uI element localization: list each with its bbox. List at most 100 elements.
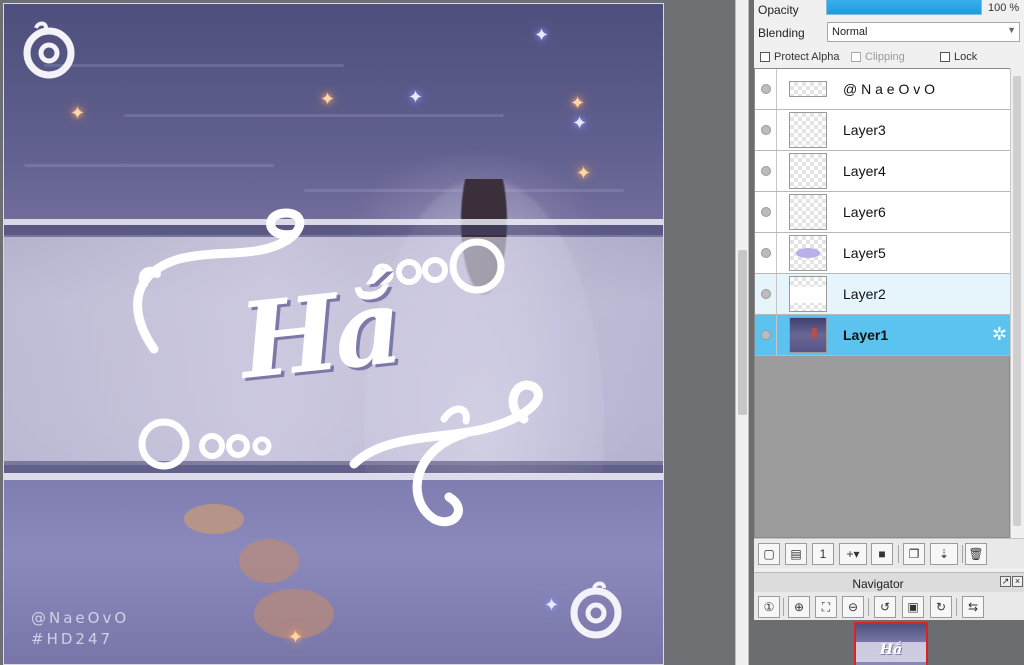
scrollbar-thumb[interactable] bbox=[738, 250, 747, 415]
undock-icon[interactable]: ↗ bbox=[1000, 576, 1011, 587]
layer-thumbnail bbox=[789, 235, 827, 271]
opacity-slider[interactable] bbox=[826, 0, 982, 15]
fit-icon[interactable]: ⛶ bbox=[815, 596, 837, 618]
zoom-in-icon[interactable]: ⊕ bbox=[788, 596, 810, 618]
sparkle: ✦ bbox=[70, 103, 86, 123]
layer-name: Layer3 bbox=[843, 122, 886, 138]
layer-name: Layer4 bbox=[843, 163, 886, 179]
sparkle: ✦ bbox=[408, 87, 424, 107]
navigator-preview-area[interactable]: Hắ bbox=[754, 620, 1024, 665]
layer-thumbnail bbox=[789, 153, 827, 189]
layer-thumbnail bbox=[789, 276, 827, 312]
corner-logo-top-left bbox=[23, 21, 75, 79]
layer-name: Layer5 bbox=[843, 245, 886, 261]
scrollbar-thumb[interactable] bbox=[1013, 76, 1021, 526]
canvas-workspace[interactable]: ✦ ✦ ✦ ✦ ✦ ✦ ✦ ✦ ✦ Hắ @NaeOvO #HD247 bbox=[0, 0, 735, 665]
rotate-left-icon[interactable]: ↺ bbox=[874, 596, 896, 618]
canvas-vertical-scrollbar[interactable] bbox=[735, 0, 749, 665]
layer-row-layer4[interactable]: Layer4 bbox=[755, 151, 1010, 192]
layer-thumbnail bbox=[789, 317, 827, 353]
sparkle: ✦ bbox=[534, 25, 550, 45]
circles-bottom-left bbox=[138, 418, 272, 470]
layer-row-layer6[interactable]: Layer6 bbox=[755, 192, 1010, 233]
water-streak bbox=[124, 114, 504, 117]
layer-name: Layer1 bbox=[843, 327, 889, 343]
drawing-canvas[interactable]: ✦ ✦ ✦ ✦ ✦ ✦ ✦ ✦ ✦ Hắ @NaeOvO #HD247 bbox=[3, 3, 664, 665]
sparkle: ✦ bbox=[544, 595, 560, 615]
clipping-label: Clipping bbox=[865, 51, 905, 63]
new-folder-icon[interactable]: ■ bbox=[871, 543, 893, 565]
merge-down-icon[interactable]: ⇣ bbox=[930, 543, 958, 565]
add-layer-menu-icon[interactable]: +▾ bbox=[839, 543, 867, 565]
sparkle: ✦ bbox=[572, 113, 588, 133]
layer-row-layer1[interactable]: Layer1 ✲ bbox=[755, 315, 1010, 356]
visibility-eye-icon[interactable] bbox=[761, 330, 771, 340]
navigator-title: Navigator bbox=[852, 577, 904, 591]
protect-alpha-checkbox[interactable]: Protect Alpha bbox=[760, 51, 839, 63]
watermark: @NaeOvO #HD247 bbox=[31, 608, 129, 650]
checkbox-box[interactable] bbox=[760, 52, 770, 62]
visibility-eye-icon[interactable] bbox=[761, 166, 771, 176]
close-icon[interactable]: × bbox=[1012, 576, 1023, 587]
clipping-checkbox[interactable]: Clipping bbox=[851, 51, 905, 63]
opacity-label: Opacity bbox=[758, 3, 799, 17]
watermark-tag: #HD247 bbox=[31, 630, 114, 648]
watermark-handle: @NaeOvO bbox=[31, 609, 130, 627]
flip-icon[interactable]: ⇆ bbox=[962, 596, 984, 618]
layer-list-scrollbar[interactable] bbox=[1010, 68, 1022, 538]
water-streak bbox=[24, 164, 274, 167]
picnic-plate bbox=[184, 504, 244, 534]
blending-mode-value: Normal bbox=[832, 26, 868, 38]
rotate-right-icon[interactable]: ↻ bbox=[930, 596, 952, 618]
navigator-viewport[interactable]: Hắ bbox=[854, 622, 928, 665]
navigator-preview-text: Hắ bbox=[879, 642, 903, 658]
layer-thumbnail bbox=[789, 81, 827, 97]
new-1bit-layer-icon[interactable]: 1 bbox=[812, 543, 834, 565]
checkbox-box[interactable] bbox=[940, 52, 950, 62]
layer-toolbar: ▢ ▤ 1 +▾ ■ ❐ ⇣ 🗑 bbox=[754, 538, 1024, 568]
visibility-eye-icon[interactable] bbox=[761, 125, 771, 135]
layer-name: @ N a e O v O bbox=[843, 81, 936, 97]
layer-row-layer3[interactable]: Layer3 bbox=[755, 110, 1010, 151]
blending-label: Blending bbox=[758, 26, 805, 40]
layer-row-naeovo[interactable]: @ N a e O v O bbox=[755, 69, 1010, 110]
sparkle: ✦ bbox=[288, 627, 304, 647]
opacity-value: 100 % bbox=[988, 2, 1020, 14]
checkbox-box[interactable] bbox=[851, 52, 861, 62]
sparkle: ✦ bbox=[570, 93, 586, 113]
visibility-eye-icon[interactable] bbox=[761, 207, 771, 217]
layer-thumbnail bbox=[789, 194, 827, 230]
layer-name: Layer2 bbox=[843, 286, 886, 302]
visibility-eye-icon[interactable] bbox=[761, 289, 771, 299]
blending-mode-select[interactable]: Normal ▼ bbox=[827, 22, 1020, 42]
new-halftone-layer-icon[interactable]: ▤ bbox=[785, 543, 807, 565]
zoom-reset-icon[interactable]: ① bbox=[758, 596, 780, 618]
layer-row-layer5[interactable]: Layer5 bbox=[755, 233, 1010, 274]
navigator-header: Navigator ↗ × bbox=[754, 572, 1024, 592]
new-layer-icon[interactable]: ▢ bbox=[758, 543, 780, 565]
opacity-row: Opacity 100 % bbox=[754, 0, 1024, 24]
gear-icon[interactable]: ✲ bbox=[992, 324, 1007, 345]
rotate-reset-icon[interactable]: ▣ bbox=[902, 596, 924, 618]
duplicate-layer-icon[interactable]: ❐ bbox=[903, 543, 925, 565]
navigator-toolbar: ① ⊕ ⛶ ⊖ ↺ ▣ ↻ ⇆ bbox=[754, 592, 1024, 620]
lock-checkbox[interactable]: Lock bbox=[940, 51, 977, 63]
zoom-out-icon[interactable]: ⊖ bbox=[842, 596, 864, 618]
chevron-down-icon: ▼ bbox=[1007, 25, 1016, 35]
picnic-tray bbox=[239, 539, 299, 583]
layer-thumbnail bbox=[789, 112, 827, 148]
corner-logo-bottom-right bbox=[570, 581, 622, 639]
delete-layer-icon[interactable]: 🗑 bbox=[965, 543, 987, 565]
sparkle: ✦ bbox=[320, 89, 336, 109]
layer-row-layer2[interactable]: Layer2 bbox=[755, 274, 1010, 315]
water-streak bbox=[44, 64, 344, 67]
layer-panel: Opacity 100 % Blending Normal ▼ Protect … bbox=[754, 0, 1024, 665]
sparkle: ✦ bbox=[576, 163, 592, 183]
visibility-eye-icon[interactable] bbox=[761, 248, 771, 258]
lock-label: Lock bbox=[954, 51, 978, 63]
visibility-eye-icon[interactable] bbox=[761, 84, 771, 94]
protect-alpha-label: Protect Alpha bbox=[774, 51, 840, 63]
layer-list[interactable]: @ N a e O v O Layer3 Layer4 Layer6 Layer… bbox=[754, 68, 1010, 538]
swirl-bottom-right bbox=[349, 380, 543, 527]
title-lettering: Hắ bbox=[234, 264, 404, 403]
